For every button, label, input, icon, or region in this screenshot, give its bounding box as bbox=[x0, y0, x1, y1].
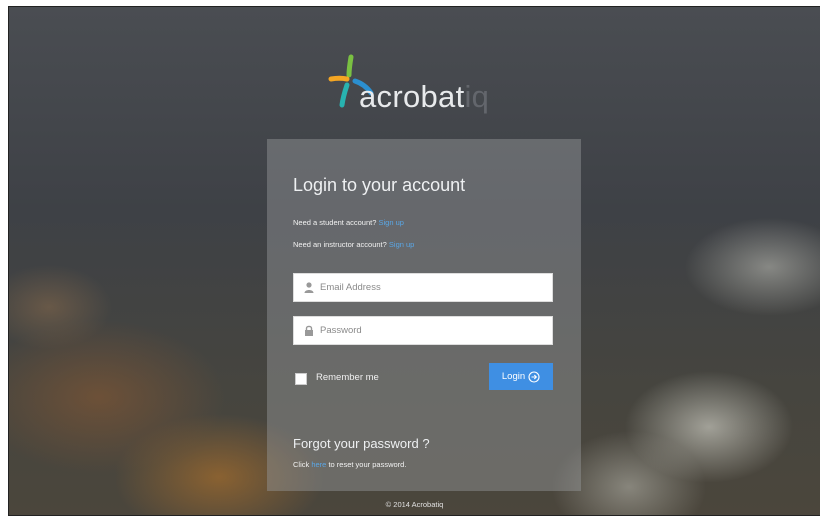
lock-icon bbox=[305, 325, 313, 336]
password-input[interactable] bbox=[320, 317, 548, 344]
remember-me-label[interactable]: Remember me bbox=[316, 372, 379, 383]
login-title: Login to your account bbox=[293, 175, 466, 195]
arrow-circle-right-icon bbox=[528, 370, 540, 383]
brand-wordmark: acrobatiq bbox=[359, 79, 490, 114]
password-field[interactable] bbox=[293, 316, 553, 345]
page-background: acrobatiq Login to your account Need a s… bbox=[8, 6, 820, 516]
email-field[interactable] bbox=[293, 273, 553, 302]
instructor-signup-line: Need an instructor account? Sign up bbox=[293, 240, 415, 249]
copyright-footer: © 2014 Acrobatiq bbox=[385, 500, 444, 509]
user-icon bbox=[304, 282, 314, 293]
forgot-password-title: Forgot your password ? bbox=[293, 436, 430, 451]
reset-password-link[interactable]: here bbox=[311, 460, 326, 469]
email-input[interactable] bbox=[320, 274, 548, 301]
reset-password-line: Click here to reset your password. bbox=[293, 460, 407, 469]
remember-me-checkbox[interactable] bbox=[295, 373, 307, 385]
instructor-signup-link[interactable]: Sign up bbox=[389, 240, 414, 249]
login-panel: Login to your account Need a student acc… bbox=[267, 139, 581, 491]
brand-logo: acrobatiq bbox=[325, 47, 525, 127]
student-signup-line: Need a student account? Sign up bbox=[293, 218, 404, 227]
login-button-label: Login bbox=[501, 371, 526, 382]
login-button[interactable]: Login bbox=[489, 363, 553, 390]
student-signup-link[interactable]: Sign up bbox=[379, 218, 404, 227]
